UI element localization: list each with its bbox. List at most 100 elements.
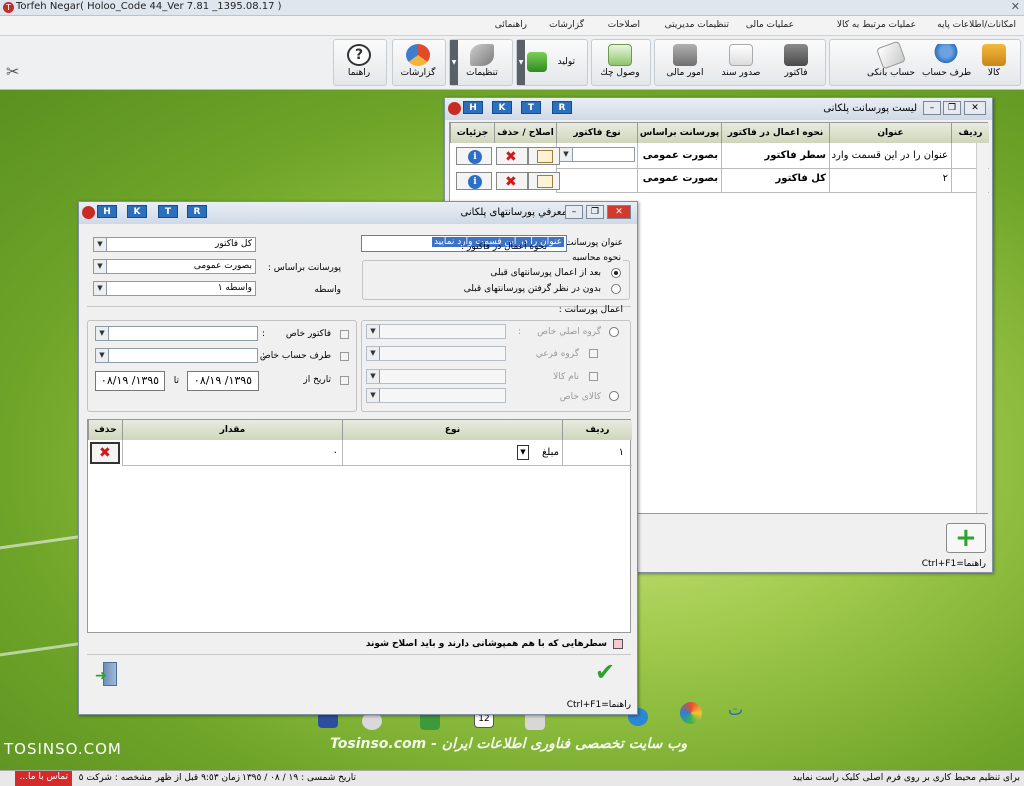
menu-goods-ops[interactable]: عملیات مرتبط به کالا: [837, 20, 916, 30]
account-party-button[interactable]: طرف حساب: [922, 40, 971, 85]
goods-button[interactable]: کالا: [970, 40, 1018, 85]
factor-button[interactable]: فاکتور: [771, 40, 821, 85]
chevron-down-icon[interactable]: ▼: [517, 445, 529, 460]
confirm-button[interactable]: ✔: [593, 658, 621, 688]
special-goods-combo[interactable]: ▼: [366, 388, 506, 403]
production-button[interactable]: تولید: [519, 50, 577, 78]
radio-after-previous[interactable]: [611, 268, 621, 278]
list-k-button[interactable]: K: [492, 101, 512, 114]
tools-icon[interactable]: ✂: [6, 62, 19, 81]
list-col-row-no: ردیف: [951, 123, 989, 143]
form-h-button[interactable]: H: [97, 205, 117, 218]
menu-financial-ops[interactable]: عملیات مالی: [746, 20, 794, 30]
radio-main-group[interactable]: [609, 327, 619, 337]
contact-us-button[interactable]: تماس با ما...: [15, 771, 72, 786]
exit-button[interactable]: ➜: [95, 662, 123, 688]
basis-combo[interactable]: ▼ بصورت عمومی: [93, 259, 256, 274]
form-r-button[interactable]: R: [187, 205, 207, 218]
chevron-down-icon[interactable]: ▼: [367, 347, 380, 360]
issue-voucher-button[interactable]: صدور سند: [715, 40, 767, 85]
chevron-down-icon[interactable]: ▼: [94, 282, 107, 295]
settings-dropdown-icon[interactable]: ▼: [450, 40, 458, 85]
steps-row1-type[interactable]: مبلغ ▼: [342, 440, 562, 466]
list-row2-factor-type[interactable]: [556, 169, 637, 193]
list-row2-details-button[interactable]: i: [456, 172, 492, 190]
apply-method-combo[interactable]: ▼ کل فاکتور: [93, 237, 256, 252]
steps-row1-delete-button[interactable]: ✖: [90, 442, 120, 464]
menu-corrections[interactable]: اصلاحات: [608, 20, 640, 30]
list-r-button[interactable]: R: [552, 101, 572, 114]
list-row2-basis[interactable]: بصورت عمومی: [637, 169, 721, 193]
goods-name-combo[interactable]: ▼: [366, 369, 506, 384]
menu-management-settings[interactable]: تنظیمات مدیریتی: [665, 20, 729, 30]
list-restore-icon[interactable]: ❐: [943, 101, 961, 115]
chevron-down-icon[interactable]: ▼: [560, 148, 573, 161]
chevron-down-icon[interactable]: ▼: [367, 325, 380, 338]
form-close-icon[interactable]: ✕: [607, 205, 631, 219]
list-row2-delete-button[interactable]: ✖: [496, 172, 528, 190]
list-close-icon[interactable]: ✕: [964, 101, 986, 115]
radio-special-goods[interactable]: [609, 391, 619, 401]
list-h-button[interactable]: H: [463, 101, 483, 114]
list-row1-basis[interactable]: بصورت عمومی: [637, 143, 721, 169]
financial-affairs-button[interactable]: امور مالی: [657, 40, 713, 85]
chevron-down-icon[interactable]: ▼: [96, 327, 109, 340]
goods-name-checkbox[interactable]: [589, 372, 598, 381]
special-factor-combo[interactable]: ▼: [95, 326, 258, 341]
list-row2-title[interactable]: ٢: [829, 169, 951, 193]
steps-row1-type-combo[interactable]: مبلغ ▼: [344, 443, 559, 462]
form-minimize-icon[interactable]: –: [565, 205, 583, 219]
date-from-input[interactable]: ١٣٩٥/ ٠٨/١٩: [187, 371, 259, 391]
help-button[interactable]: ? راهنما: [334, 40, 384, 85]
form-t-button[interactable]: T: [158, 205, 178, 218]
main-group-combo[interactable]: ▼: [366, 324, 506, 339]
steps-row1-no: ١: [562, 440, 632, 466]
via-combo[interactable]: ▼ واسطه ١: [93, 281, 256, 296]
list-minimize-icon[interactable]: –: [923, 101, 941, 115]
special-account-checkbox[interactable]: [340, 352, 349, 361]
close-app-icon[interactable]: ✕: [1011, 0, 1020, 13]
sub-group-combo[interactable]: ▼: [366, 346, 506, 361]
list-row1-factor-type-combo[interactable]: ▼: [559, 147, 635, 162]
list-t-button[interactable]: T: [521, 101, 541, 114]
form-k-button[interactable]: K: [127, 205, 147, 218]
list-row1-title[interactable]: عنوان را در این قسمت وارد: [829, 143, 951, 169]
steps-row1-amount[interactable]: ٠: [122, 440, 342, 466]
menu-basic-info[interactable]: امکانات/اطلاعات پایه: [937, 20, 1016, 30]
settings-button[interactable]: تنظیمات: [456, 40, 508, 85]
add-row-button[interactable]: +: [946, 523, 986, 553]
calc-method-group: [362, 260, 630, 300]
list-row1-edit-button[interactable]: [528, 147, 560, 165]
date-range-checkbox[interactable]: [340, 376, 349, 385]
list-vertical-scrollbar[interactable]: [976, 143, 988, 513]
list-row2-apply[interactable]: کل فاکتور: [721, 169, 829, 193]
production-dropdown-icon[interactable]: ▼: [517, 40, 525, 85]
sub-group-checkbox[interactable]: [589, 349, 598, 358]
list-row1-apply[interactable]: سطر فاکتور: [721, 143, 829, 169]
list-row1-details-button[interactable]: i: [456, 147, 492, 165]
menu-help[interactable]: راهنمائی: [495, 20, 527, 30]
list-row1-delete-button[interactable]: ✖: [496, 147, 528, 165]
bank-account-button[interactable]: حساب بانکی: [862, 40, 920, 85]
special-factor-checkbox[interactable]: [340, 330, 349, 339]
form-restore-icon[interactable]: ❐: [586, 205, 604, 219]
app-title-bar: T Torfeh Negar( Holoo_Code 44_Ver 7.81 _…: [0, 0, 1024, 16]
checkmark-icon: ✔: [595, 658, 616, 686]
cheque-receipt-button[interactable]: وصول چك: [594, 40, 646, 85]
chevron-down-icon[interactable]: ▼: [94, 238, 107, 251]
list-row1-factor-type[interactable]: ▼: [556, 143, 637, 169]
date-to-label: تا: [173, 376, 179, 386]
date-to-input[interactable]: ١٣٩٥/ ٠٨/١٩: [95, 371, 165, 391]
special-account-combo[interactable]: ▼: [95, 348, 258, 363]
chevron-down-icon[interactable]: ▼: [96, 349, 109, 362]
form-window-title: معرفي پورسانتهای پلکانی: [460, 207, 567, 218]
desktop-tosinso-logo-icon[interactable]: ت: [728, 700, 748, 719]
chevron-down-icon[interactable]: ▼: [94, 260, 107, 273]
reports-button[interactable]: گزارشات: [393, 40, 443, 85]
chevron-down-icon[interactable]: ▼: [367, 370, 380, 383]
desktop-colorful-logo-icon[interactable]: [680, 702, 702, 724]
radio-without-previous[interactable]: [611, 284, 621, 294]
menu-reports[interactable]: گزارشات: [549, 20, 584, 30]
chevron-down-icon[interactable]: ▼: [367, 389, 380, 402]
list-row2-edit-button[interactable]: [528, 172, 560, 190]
